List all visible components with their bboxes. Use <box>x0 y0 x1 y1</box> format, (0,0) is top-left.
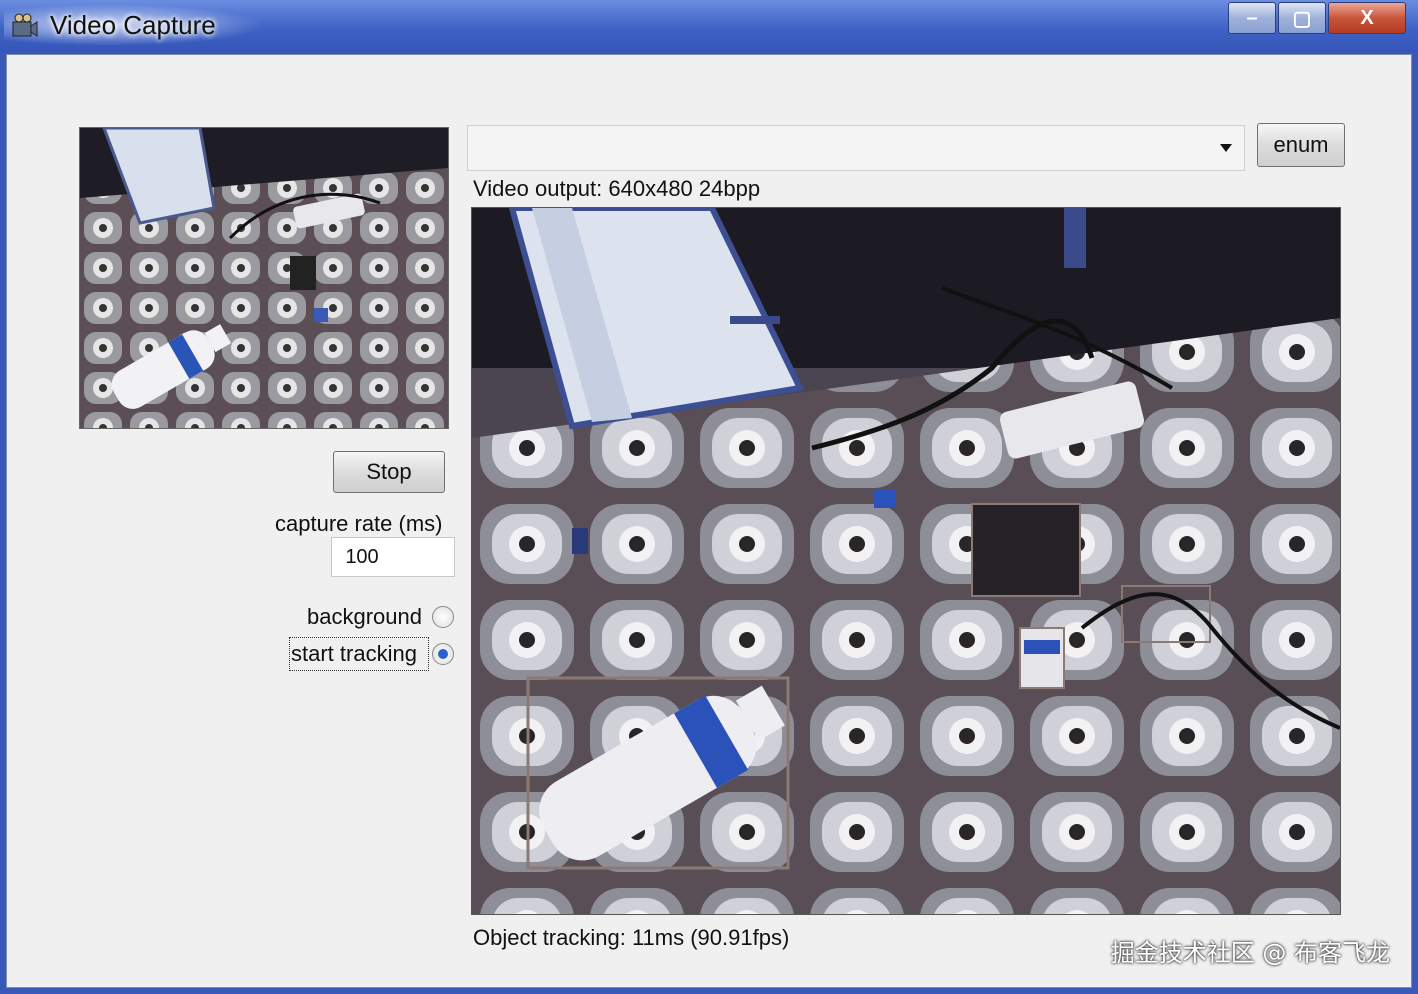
start-tracking-radio[interactable] <box>432 643 454 665</box>
video-image <box>472 208 1340 914</box>
app-icon <box>12 13 38 37</box>
capture-rate-input[interactable]: 100 <box>331 537 455 577</box>
capture-rate-label: capture rate (ms) <box>275 511 443 536</box>
stop-button-label: Stop <box>366 459 412 484</box>
capture-rate-value: 100 <box>345 545 379 568</box>
window-controls: – ▢ X <box>1228 2 1406 34</box>
chevron-down-icon[interactable] <box>1220 144 1232 152</box>
enum-button[interactable]: enum <box>1257 123 1345 167</box>
title-bar[interactable]: Video Capture – ▢ X <box>0 0 1418 52</box>
background-radio[interactable] <box>432 606 454 628</box>
minimize-button[interactable]: – <box>1228 2 1276 34</box>
preview-image <box>80 128 448 428</box>
preview-thumbnail <box>79 127 449 429</box>
close-icon: X <box>1360 6 1374 29</box>
video-frame <box>471 207 1341 915</box>
window-title: Video Capture <box>50 10 216 40</box>
tracking-status: Object tracking: 11ms (90.91fps) <box>473 925 790 950</box>
stop-button[interactable]: Stop <box>333 451 445 493</box>
enum-button-label: enum <box>1273 132 1329 157</box>
maximize-button[interactable]: ▢ <box>1278 2 1326 34</box>
video-output-label: Video output: 640x480 24bpp <box>473 176 761 201</box>
background-radio-label[interactable]: background <box>307 604 422 630</box>
minimize-icon: – <box>1246 6 1258 29</box>
close-button[interactable]: X <box>1328 2 1406 34</box>
client-area: Stop capture rate (ms) 100 background st… <box>6 54 1412 988</box>
start-tracking-radio-label[interactable]: start tracking <box>291 641 417 667</box>
watermark: 掘金技术社区 @ 布客飞龙 <box>1110 939 1390 967</box>
maximize-icon: ▢ <box>1292 7 1312 30</box>
device-select[interactable] <box>467 125 1245 171</box>
